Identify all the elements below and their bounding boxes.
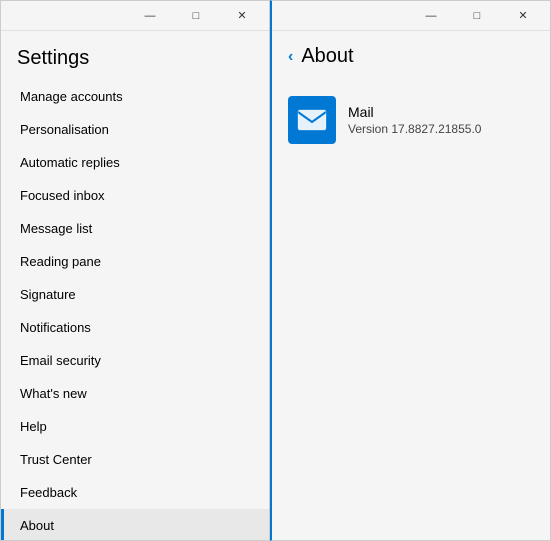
nav-item-personalisation[interactable]: Personalisation	[1, 113, 269, 146]
app-info-section: Mail Version 17.8827.21855.0	[288, 96, 534, 144]
nav-item-reading-pane[interactable]: Reading pane	[1, 245, 269, 278]
nav-item-focused-inbox[interactable]: Focused inbox	[1, 179, 269, 212]
settings-nav-list: Manage accounts Personalisation Automati…	[1, 80, 269, 540]
left-window-controls: — □ ✕	[127, 1, 265, 31]
nav-item-email-security[interactable]: Email security	[1, 344, 269, 377]
nav-item-about[interactable]: About	[1, 509, 269, 540]
nav-item-automatic-replies[interactable]: Automatic replies	[1, 146, 269, 179]
back-chevron-icon: ‹	[288, 48, 293, 66]
right-title-bar: — □ ✕	[272, 1, 550, 31]
settings-window: — □ ✕ Settings Manage accounts Personali…	[0, 0, 270, 541]
settings-title: Settings	[1, 31, 269, 80]
about-content-area: ‹ About Mail Version 17.8827.21855.0	[272, 31, 550, 540]
right-minimize-button[interactable]: —	[408, 1, 454, 31]
nav-item-feedback[interactable]: Feedback	[1, 476, 269, 509]
left-minimize-button[interactable]: —	[127, 1, 173, 31]
app-details: Mail Version 17.8827.21855.0	[348, 104, 481, 136]
back-button[interactable]: About	[301, 45, 353, 68]
right-maximize-button[interactable]: □	[454, 1, 500, 31]
nav-item-trust-center[interactable]: Trust Center	[1, 443, 269, 476]
mail-icon-svg	[296, 104, 328, 136]
left-maximize-button[interactable]: □	[173, 1, 219, 31]
nav-item-help[interactable]: Help	[1, 410, 269, 443]
about-header: ‹ About	[272, 31, 550, 80]
about-main-content: Mail Version 17.8827.21855.0	[272, 80, 550, 540]
left-close-button[interactable]: ✕	[219, 1, 265, 31]
nav-item-message-list[interactable]: Message list	[1, 212, 269, 245]
about-window: — □ ✕ ‹ About Mail Version 17.8827.	[270, 0, 551, 541]
nav-item-whats-new[interactable]: What's new	[1, 377, 269, 410]
nav-item-notifications[interactable]: Notifications	[1, 311, 269, 344]
right-close-button[interactable]: ✕	[500, 1, 546, 31]
app-version-label: Version 17.8827.21855.0	[348, 122, 481, 136]
left-title-bar: — □ ✕	[1, 1, 269, 31]
app-name-label: Mail	[348, 104, 481, 120]
legal-links-section: Microsoft Software Licence Terms Privacy…	[542, 341, 551, 520]
nav-item-signature[interactable]: Signature	[1, 278, 269, 311]
mail-app-icon	[288, 96, 336, 144]
right-window-controls: — □ ✕	[408, 1, 546, 31]
nav-item-manage-accounts[interactable]: Manage accounts	[1, 80, 269, 113]
settings-content: Settings Manage accounts Personalisation…	[1, 31, 269, 540]
